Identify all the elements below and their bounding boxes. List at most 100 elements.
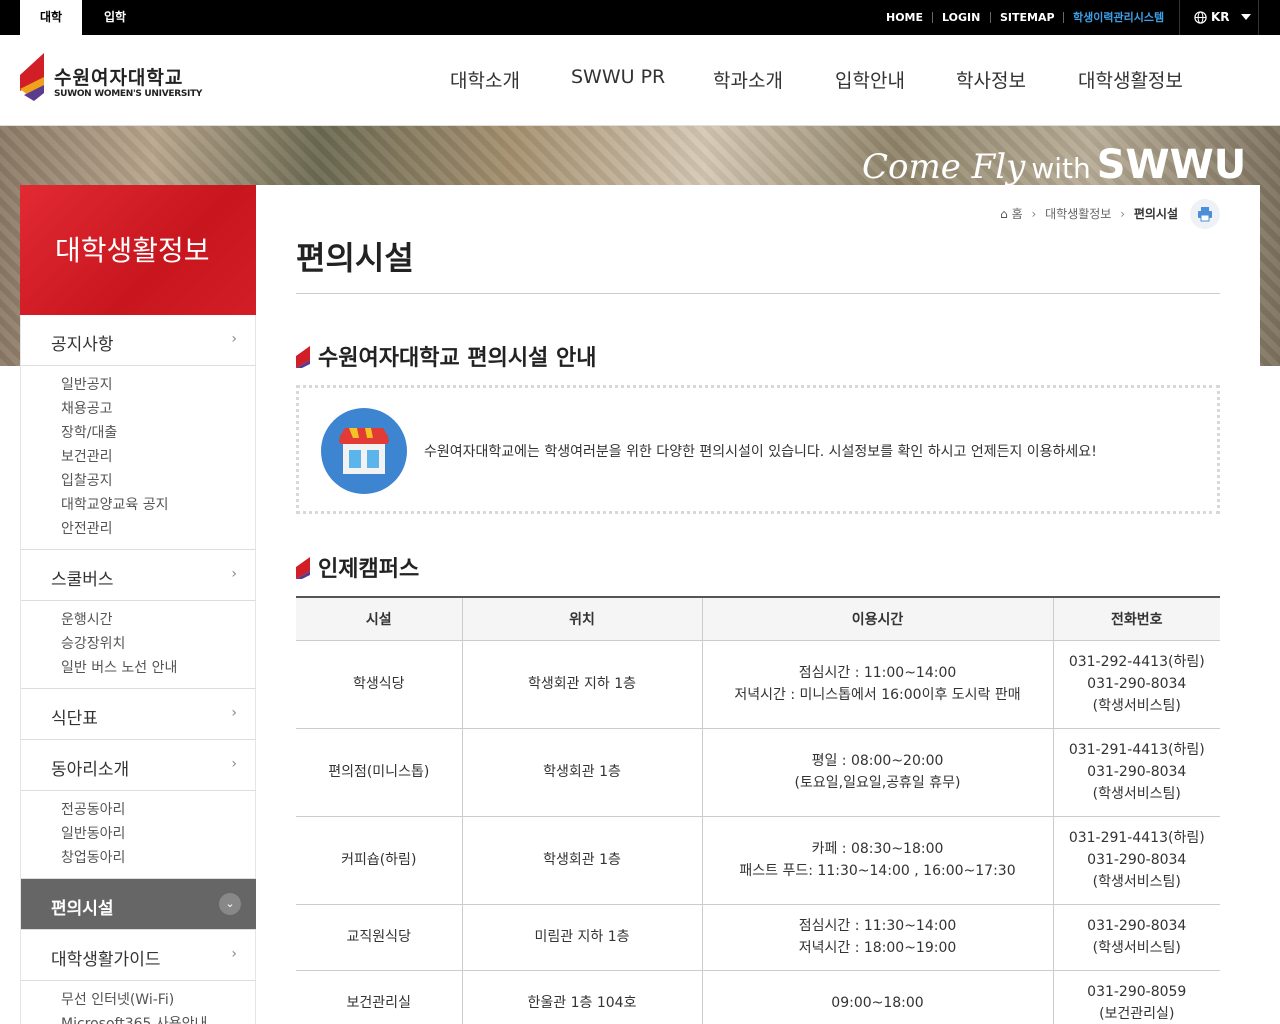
gnb-item-departments[interactable]: 학과소개 [713,66,783,93]
hours-line: 카페 : 08:30~18:00 [811,841,944,857]
hours-line: 평일 : 08:00~20:00 [811,753,944,769]
tab-admission[interactable]: 입학 [90,0,140,35]
facility-hours: 09:00~18:00 [701,970,1053,1024]
divider [296,293,1220,294]
table-row: 학생식당 학생회관 지하 1층 점심시간 : 11:00~14:00 저녁시간 … [296,640,1220,729]
submenu-item[interactable]: 전공동아리 [61,799,125,819]
printer-icon [1198,207,1212,222]
submenu-item[interactable]: 채용공고 [61,398,113,418]
facility-phone: 031-290-8034 (학생서비스팀) [1052,904,1220,971]
chevron-down-icon: ⌄ [219,893,241,915]
submenu-item[interactable]: 일반공지 [61,374,113,394]
section-title-text: 인제캠퍼스 [318,557,420,582]
sidebar-item-label: 스쿨버스 [51,570,114,590]
submenu-item[interactable]: 일반동아리 [61,823,125,843]
submenu-item[interactable]: 대학교양교육 공지 [61,494,169,514]
breadcrumb-item[interactable]: 홈 [1012,207,1023,221]
phone-line: (학생서비스팀) [1092,940,1181,956]
section-mark-icon [296,346,310,368]
store-icon [321,408,407,494]
page-title: 편의시설 [296,239,414,277]
login-link[interactable]: LOGIN [942,0,980,35]
slogan-part-2: with [1031,152,1091,185]
submenu-campus-guide: 무선 인터넷(Wi-Fi) Microsoft365 사용안내 [21,981,257,1024]
facility-phone: 031-290-8059 (보건관리실) [1052,970,1220,1024]
facilities-table: 시설 위치 이용시간 전화번호 학생식당 학생회관 지하 1층 점심시간 : 1… [296,596,1220,1024]
facility-hours: 점심시간 : 11:00~14:00 저녁시간 : 미니스톱에서 16:00이후… [701,640,1053,729]
chevron-right-icon: › [231,946,237,962]
breadcrumb: ⌂ 홈 › 대학생활정보 › 편의시설 [1000,205,1178,222]
gnb-item-academics[interactable]: 학사정보 [956,66,1026,93]
sidebar-title-box: 대학생활정보 [20,185,256,315]
table-header: 이용시간 [701,596,1053,641]
slogan-part-3: SWWU [1096,142,1247,188]
submenu-item[interactable]: 운행시간 [61,609,113,629]
facility-location: 한울관 1층 104호 [461,970,702,1024]
student-record-system-link[interactable]: 학생이력관리시스템 [1073,0,1164,35]
facility-name: 커피숍(하림) [296,816,462,905]
facility-name: 편의점(미니스톱) [296,728,462,817]
sidebar-item-notices[interactable]: 공지사항 › [21,315,257,366]
chevron-down-icon [1241,14,1251,20]
submenu-item[interactable]: Microsoft365 사용안내 [61,1013,207,1024]
phone-line: (학생서비스팀) [1092,698,1181,714]
table-row: 커피숍(하림) 학생회관 1층 카페 : 08:30~18:00 패스트 푸드:… [296,816,1220,905]
gnb-item-admission[interactable]: 입학안내 [835,66,905,93]
section-title-guide: 수원여자대학교 편의시설 안내 [296,340,596,372]
sidebar-item-clubs[interactable]: 동아리소개 › [21,740,257,791]
info-text: 수원여자대학교에는 학생여러분을 위한 다양한 편의시설이 있습니다. 시설정보… [424,444,1097,460]
banner-slogan: Come Fly with SWWU [862,142,1246,188]
table-row: 교직원식당 미림관 지하 1층 점심시간 : 11:30~14:00 저녁시간 … [296,904,1220,971]
home-icon[interactable]: ⌂ [1000,207,1008,221]
submenu-item[interactable]: 승강장위치 [61,633,125,653]
submenu-notices: 일반공지 채용공고 장학/대출 보건관리 입찰공지 대학교양교육 공지 안전관리 [21,366,257,550]
submenu-item[interactable]: 안전관리 [61,518,113,538]
logo-english[interactable]: SUWON WOMEN'S UNIVERSITY [54,89,202,99]
university-logo-icon[interactable] [20,53,48,103]
hours-line: 점심시간 : 11:00~14:00 [798,665,957,681]
submenu-item[interactable]: 보건관리 [61,446,113,466]
gnb-item-pr[interactable]: SWWU PR [571,66,665,88]
breadcrumb-item[interactable]: 대학생활정보 [1045,207,1111,221]
home-link[interactable]: HOME [886,0,923,35]
breadcrumb-current: 편의시설 [1133,207,1178,221]
sitemap-link[interactable]: SITEMAP [1000,0,1055,35]
language-selector[interactable]: KR [1179,0,1259,35]
print-button[interactable] [1190,199,1220,229]
section-title-campus: 인제캠퍼스 [296,551,419,583]
top-bar: 대학 입학 HOME LOGIN SITEMAP 학생이력관리시스템 KR [0,0,1280,35]
sidebar-nav: 공지사항 › 일반공지 채용공고 장학/대출 보건관리 입찰공지 대학교양교육 … [20,315,257,1024]
sidebar-item-facilities[interactable]: 편의시설 ⌄ [21,879,257,930]
submenu-item[interactable]: 일반 버스 노선 안내 [61,657,177,677]
facility-phone: 031-291-4413(하림) 031-290-8034 (학생서비스팀) [1052,816,1220,905]
facility-location: 학생회관 지하 1층 [461,640,702,729]
facility-phone: 031-292-4413(하림) 031-290-8034 (학생서비스팀) [1052,640,1220,729]
submenu-item[interactable]: 장학/대출 [61,422,117,442]
sidebar-title: 대학생활정보 [55,234,210,267]
table-header: 시설 [296,596,462,641]
globe-icon [1194,11,1207,24]
phone-line: 031-291-4413(하림) [1068,742,1205,758]
section-title-text: 수원여자대학교 편의시설 안내 [318,346,597,371]
phone-line: 031-292-4413(하림) [1068,654,1205,670]
tab-university[interactable]: 대학 [20,0,82,35]
sidebar-item-school-bus[interactable]: 스쿨버스 › [21,550,257,601]
sidebar-item-campus-guide[interactable]: 대학생활가이드 › [21,930,257,981]
phone-line: (보건관리실) [1099,1006,1175,1022]
table-row: 보건관리실 한울관 1층 104호 09:00~18:00 031-290-80… [296,970,1220,1024]
gnb-item-intro[interactable]: 대학소개 [450,66,520,93]
facility-hours: 카페 : 08:30~18:00 패스트 푸드: 11:30~14:00 , 1… [701,816,1053,905]
sidebar-item-menu[interactable]: 식단표 › [21,689,257,740]
sidebar-item-label: 동아리소개 [51,760,130,780]
table-header-row: 시설 위치 이용시간 전화번호 [296,596,1220,641]
chevron-right-icon: › [1120,207,1125,221]
sidebar-item-label: 식단표 [51,709,98,729]
section-mark-icon [296,557,310,579]
table-row: 편의점(미니스톱) 학생회관 1층 평일 : 08:00~20:00 (토요일,… [296,728,1220,817]
submenu-item[interactable]: 입찰공지 [61,470,113,490]
submenu-item[interactable]: 창업동아리 [61,847,125,867]
logo-korean[interactable]: 수원여자대학교 [54,63,183,90]
facility-name: 학생식당 [296,640,462,729]
submenu-item[interactable]: 무선 인터넷(Wi-Fi) [61,989,174,1009]
gnb-item-campus-life[interactable]: 대학생활정보 [1078,66,1183,93]
